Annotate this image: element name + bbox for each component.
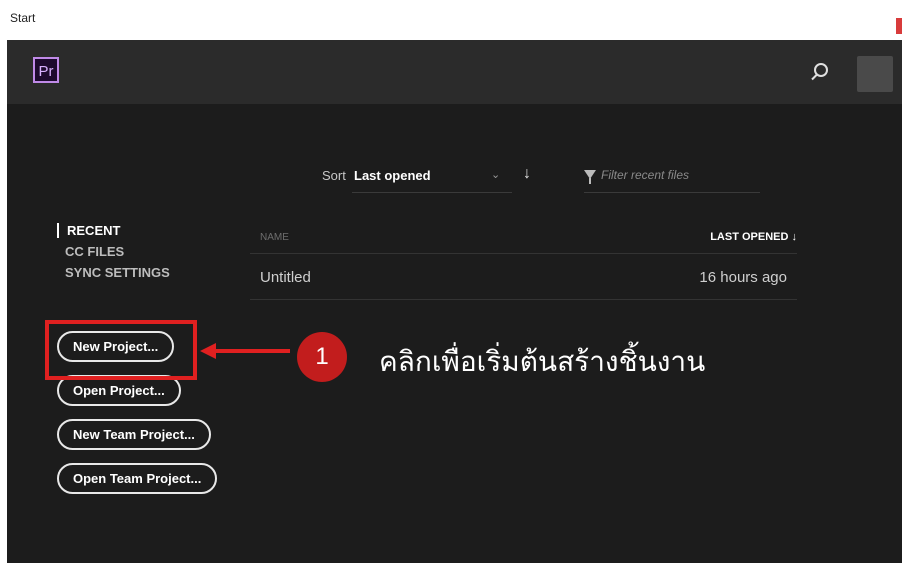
sidebar-item-cc-files[interactable]: CC FILES — [57, 244, 170, 259]
window-titlebar: Start — [0, 0, 902, 40]
avatar[interactable] — [857, 56, 893, 92]
filter-icon — [584, 170, 596, 184]
annotation-arrow-line — [214, 349, 290, 353]
chevron-down-icon: ⌄ — [491, 169, 501, 181]
sort-filter-row: Sort Last opened ⌄ ↓ Filter recent files — [7, 160, 902, 196]
table-header: NAME LAST OPENED ↓ — [250, 220, 797, 254]
window-title: Start — [10, 11, 36, 25]
filter-input[interactable]: Filter recent files — [584, 160, 760, 193]
search-icon[interactable] — [808, 60, 832, 84]
sort-value: Last opened — [354, 168, 431, 183]
annotation-step-badge: 1 — [297, 332, 347, 382]
close-button[interactable] — [896, 18, 902, 34]
app-header: Pr — [7, 40, 902, 104]
sidebar-item-recent[interactable]: RECENT — [57, 223, 170, 238]
column-last-opened[interactable]: LAST OPENED ↓ — [710, 231, 797, 243]
annotation-highlight-box — [45, 320, 197, 380]
annotation-text: คลิกเพื่อเริ่มต้นสร้างชิ้นงาน — [379, 346, 706, 377]
premiere-start-screen: Pr Sort Last opened ⌄ ↓ Filter recent fi… — [7, 40, 902, 563]
filter-placeholder: Filter recent files — [601, 168, 690, 182]
sidebar-nav: RECENT CC FILES SYNC SETTINGS — [57, 223, 170, 286]
recent-files-table: NAME LAST OPENED ↓ Untitled 16 hours ago — [250, 220, 797, 300]
column-name[interactable]: NAME — [260, 232, 289, 243]
file-last-opened: 16 hours ago — [699, 269, 787, 286]
sidebar-item-sync-settings[interactable]: SYNC SETTINGS — [57, 265, 170, 280]
sort-order-icon[interactable]: ↓ — [523, 165, 531, 183]
sort-label: Sort — [322, 168, 346, 183]
open-team-project-button[interactable]: Open Team Project... — [57, 463, 218, 494]
file-name: Untitled — [260, 269, 311, 286]
premiere-logo: Pr — [33, 57, 59, 83]
table-row[interactable]: Untitled 16 hours ago — [250, 254, 797, 300]
new-team-project-button[interactable]: New Team Project... — [57, 419, 211, 450]
